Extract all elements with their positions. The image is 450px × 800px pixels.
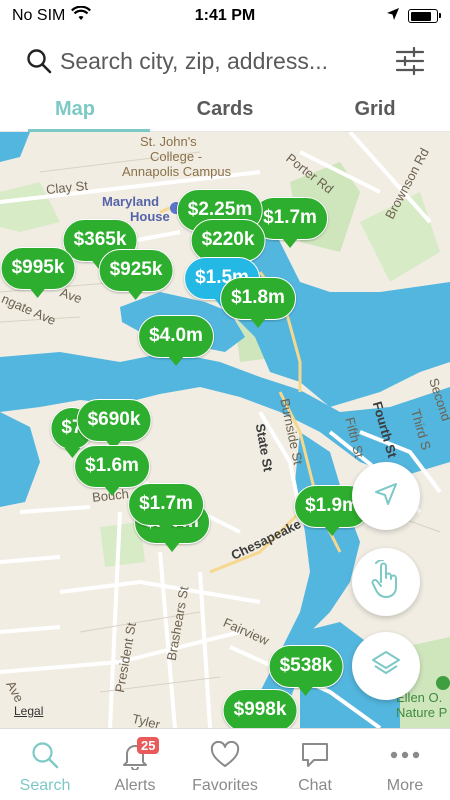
search-bar — [0, 38, 450, 84]
status-bar: No SIM 1:41 PM — [0, 0, 450, 32]
nav-alerts[interactable]: 25 Alerts — [90, 729, 180, 800]
search-input[interactable] — [54, 47, 386, 75]
bottom-tab-bar: Search 25 Alerts Favorites Chat More — [0, 728, 450, 800]
park-icon — [436, 676, 450, 690]
nav-search[interactable]: Search — [0, 729, 90, 800]
label-st-johns-2: College - — [150, 149, 203, 164]
tab-map[interactable]: Map — [0, 92, 150, 132]
view-tabs: Map Cards Grid — [0, 92, 450, 132]
alerts-badge: 25 — [137, 737, 160, 754]
map-legal-link[interactable]: Legal — [14, 704, 43, 718]
heart-icon — [207, 737, 243, 773]
locate-me-button[interactable] — [352, 462, 420, 530]
label-st-johns-3: Annapolis Campus — [122, 164, 232, 179]
price-pin[interactable]: $995k — [0, 247, 76, 298]
price-pin[interactable]: $998k — [222, 689, 298, 728]
draw-area-button[interactable] — [352, 548, 420, 616]
tab-cards[interactable]: Cards — [150, 92, 300, 131]
carrier-label: No SIM — [12, 7, 66, 24]
price-pin[interactable]: $1.8m — [220, 277, 296, 328]
nav-chat[interactable]: Chat — [270, 729, 360, 800]
search-icon — [27, 737, 63, 773]
price-pin[interactable]: $1.6m — [74, 445, 150, 496]
nav-alerts-label: Alerts — [114, 777, 156, 794]
battery-level — [410, 11, 431, 21]
map-view[interactable]: St. John's College - Annapolis Campus Ma… — [0, 132, 450, 728]
search-icon[interactable] — [24, 46, 54, 76]
nav-more[interactable]: More — [360, 729, 450, 800]
location-arrow-icon — [373, 481, 399, 512]
nav-favorites-label: Favorites — [192, 777, 258, 794]
chat-icon — [297, 737, 333, 773]
location-services-icon — [386, 7, 400, 26]
nav-search-label: Search — [19, 777, 71, 794]
wifi-icon — [71, 5, 92, 27]
label-maryland-house: Maryland — [102, 194, 160, 209]
filter-icon[interactable] — [392, 43, 428, 79]
more-icon — [387, 737, 423, 773]
layers-icon — [371, 650, 401, 683]
nav-chat-label: Chat — [298, 777, 332, 794]
hand-draw-icon — [369, 558, 403, 605]
price-pin[interactable]: $1.7m — [128, 483, 204, 534]
nav-favorites[interactable]: Favorites — [180, 729, 270, 800]
price-pin[interactable]: $925k — [98, 249, 174, 300]
price-pin[interactable]: $220k — [190, 219, 266, 270]
label-ellen-o-2: Nature P — [396, 705, 448, 720]
label-st-johns: St. John's — [140, 134, 197, 149]
price-pin[interactable]: $538k — [268, 645, 344, 696]
tab-grid[interactable]: Grid — [300, 92, 450, 131]
battery-icon — [408, 9, 441, 23]
price-pin[interactable]: $690k — [76, 399, 152, 450]
nav-more-label: More — [386, 777, 424, 794]
map-layers-button[interactable] — [352, 632, 420, 700]
price-pin[interactable]: $4.0m — [138, 315, 214, 366]
